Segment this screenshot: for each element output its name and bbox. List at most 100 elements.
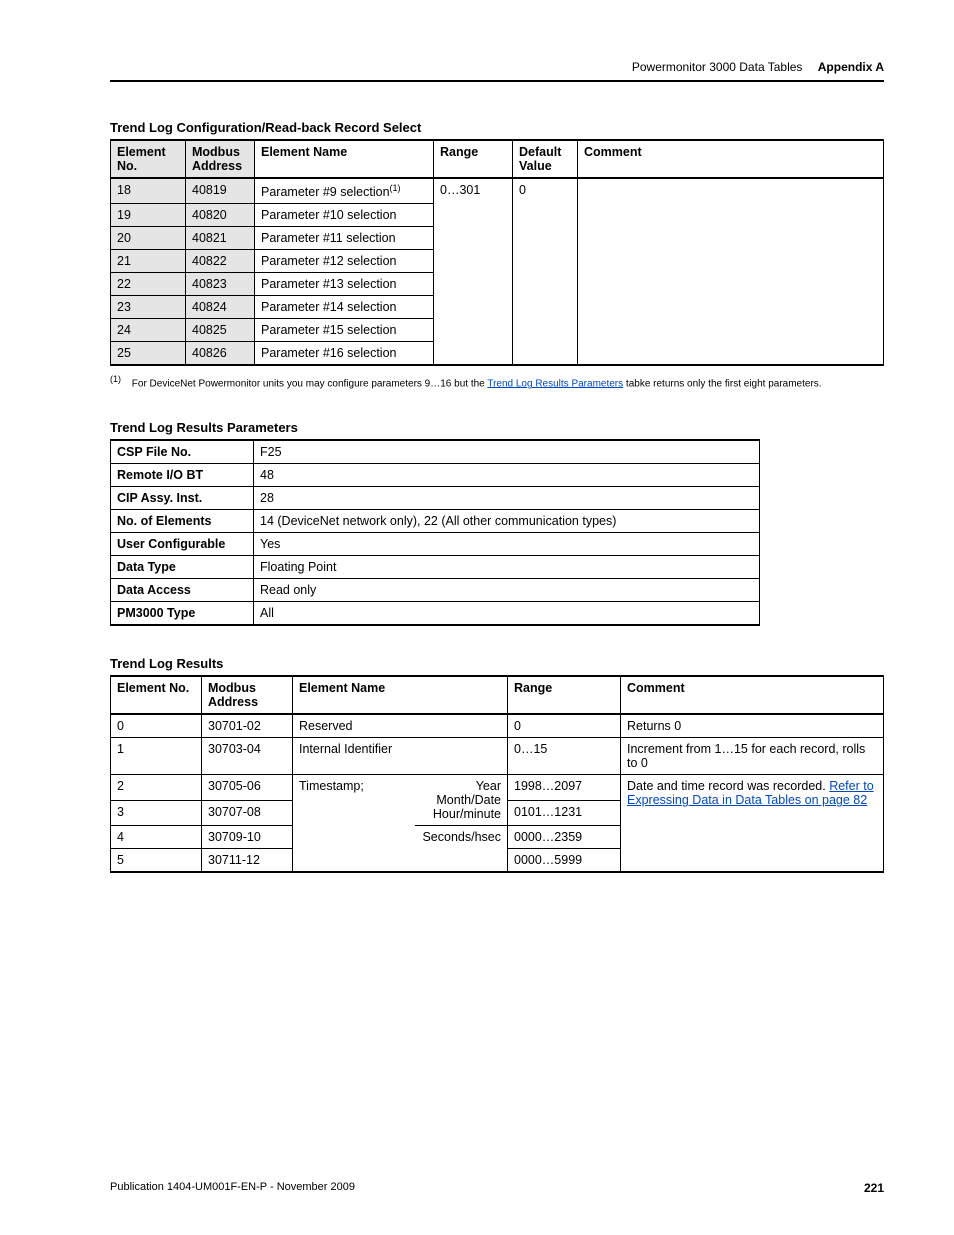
cell-name: Parameter #13 selection xyxy=(255,273,434,296)
cell-modbus: 40820 xyxy=(186,204,255,227)
table1-th-modbus: Modbus Address xyxy=(186,140,255,178)
cell-default: 0 xyxy=(513,178,578,365)
cell-value: All xyxy=(254,602,760,626)
cell-element-no: 25 xyxy=(111,342,186,366)
running-header: Powermonitor 3000 Data Tables Appendix A xyxy=(110,60,884,74)
cell-element-no: 3 xyxy=(111,800,202,826)
footnote-link[interactable]: Trend Log Results Parameters xyxy=(487,378,623,389)
cell-value: 48 xyxy=(254,464,760,487)
table1-th-range: Range xyxy=(434,140,513,178)
table-row: User ConfigurableYes xyxy=(111,533,760,556)
cell-name: Reserved xyxy=(293,714,508,738)
cell-modbus: 40819 xyxy=(186,178,255,204)
cell-element-no: 4 xyxy=(111,826,202,849)
cell-element-no: 2 xyxy=(111,775,202,801)
cell-modbus: 40825 xyxy=(186,319,255,342)
cell-name: Parameter #16 selection xyxy=(255,342,434,366)
table1-footnote: (1) For DeviceNet Powermonitor units you… xyxy=(110,374,884,390)
cell-element-no: 19 xyxy=(111,204,186,227)
cell-key: User Configurable xyxy=(111,533,254,556)
footer: Publication 1404-UM001F-EN-P - November … xyxy=(110,1181,884,1195)
cell-modbus: 40826 xyxy=(186,342,255,366)
cell-key: Data Access xyxy=(111,579,254,602)
cell-value: Floating Point xyxy=(254,556,760,579)
cell-element-no: 20 xyxy=(111,227,186,250)
cell-element-no: 23 xyxy=(111,296,186,319)
cell-range: 0…15 xyxy=(508,738,621,775)
cell-value: 14 (DeviceNet network only), 22 (All oth… xyxy=(254,510,760,533)
cell-key: Data Type xyxy=(111,556,254,579)
cell-comment xyxy=(578,178,884,365)
cell-modbus: 30707-08 xyxy=(202,800,293,826)
table-row: 1840819Parameter #9 selection(1)0…3010 xyxy=(111,178,884,204)
table-row: Remote I/O BT48 xyxy=(111,464,760,487)
cell-key: CSP File No. xyxy=(111,440,254,464)
cell-modbus: 40823 xyxy=(186,273,255,296)
page-number: 221 xyxy=(864,1181,884,1195)
cell-name: Internal Identifier xyxy=(293,738,508,775)
cell-key: No. of Elements xyxy=(111,510,254,533)
cell-range: 0000…2359 xyxy=(508,826,621,849)
table1-th-default: Default Value xyxy=(513,140,578,178)
cell-range: 0101…1231 xyxy=(508,800,621,826)
header-section: Powermonitor 3000 Data Tables xyxy=(632,60,803,74)
table2-title: Trend Log Results Parameters xyxy=(110,420,884,435)
cell-key: PM3000 Type xyxy=(111,602,254,626)
cell-range: 1998…2097 xyxy=(508,775,621,801)
cell-key: CIP Assy. Inst. xyxy=(111,487,254,510)
table1-th-element-no: Element No. xyxy=(111,140,186,178)
cell-modbus: 30703-04 xyxy=(202,738,293,775)
cell-element-no: 5 xyxy=(111,849,202,873)
cell-name: Parameter #14 selection xyxy=(255,296,434,319)
cell-range: 0…301 xyxy=(434,178,513,365)
cell-range: 0000…5999 xyxy=(508,849,621,873)
cell-name: Parameter #15 selection xyxy=(255,319,434,342)
cell-comment: Increment from 1…15 for each record, rol… xyxy=(621,738,884,775)
publication-info: Publication 1404-UM001F-EN-P - November … xyxy=(110,1181,355,1195)
table3: Element No. Modbus Address Element Name … xyxy=(110,675,884,873)
table1-title: Trend Log Configuration/Read-back Record… xyxy=(110,120,884,135)
cell-value: 28 xyxy=(254,487,760,510)
table1-th-name: Element Name xyxy=(255,140,434,178)
table-row: PM3000 TypeAll xyxy=(111,602,760,626)
table-row: No. of Elements14 (DeviceNet network onl… xyxy=(111,510,760,533)
cell-value: Yes xyxy=(254,533,760,556)
footnote-post: tabke returns only the first eight param… xyxy=(623,378,821,389)
cell-element-no: 1 xyxy=(111,738,202,775)
footnote-pre: For DeviceNet Powermonitor units you may… xyxy=(132,378,488,389)
cell-timestamp-sub: Seconds/hsec xyxy=(415,826,508,873)
cell-name: Parameter #11 selection xyxy=(255,227,434,250)
cell-value: Read only xyxy=(254,579,760,602)
table3-th-modbus: Modbus Address xyxy=(202,676,293,714)
cell-key: Remote I/O BT xyxy=(111,464,254,487)
header-appendix: Appendix A xyxy=(818,60,884,74)
cell-modbus: 30709-10 xyxy=(202,826,293,849)
header-rule xyxy=(110,80,884,82)
table-row: Data AccessRead only xyxy=(111,579,760,602)
table1-th-comment: Comment xyxy=(578,140,884,178)
cell-name: Parameter #12 selection xyxy=(255,250,434,273)
cell-range: 0 xyxy=(508,714,621,738)
comment-link[interactable]: Refer to Expressing Data in Data Tables … xyxy=(627,779,874,807)
cell-modbus: 30705-06 xyxy=(202,775,293,801)
cell-modbus: 40822 xyxy=(186,250,255,273)
table1: Element No. Modbus Address Element Name … xyxy=(110,139,884,366)
cell-timestamp-label: Timestamp; xyxy=(293,775,416,873)
cell-value: F25 xyxy=(254,440,760,464)
cell-modbus: 30711-12 xyxy=(202,849,293,873)
cell-element-no: 0 xyxy=(111,714,202,738)
cell-modbus: 30701-02 xyxy=(202,714,293,738)
table-row: 030701-02Reserved0Returns 0 xyxy=(111,714,884,738)
cell-comment: Date and time record was recorded. Refer… xyxy=(621,775,884,873)
cell-modbus: 40821 xyxy=(186,227,255,250)
footnote-marker: (1) xyxy=(110,374,121,384)
table-row: CIP Assy. Inst.28 xyxy=(111,487,760,510)
table-row: Data TypeFloating Point xyxy=(111,556,760,579)
table3-th-name: Element Name xyxy=(293,676,508,714)
cell-element-no: 21 xyxy=(111,250,186,273)
table3-th-range: Range xyxy=(508,676,621,714)
table3-th-comment: Comment xyxy=(621,676,884,714)
table-row: 130703-04Internal Identifier0…15Incremen… xyxy=(111,738,884,775)
cell-name: Parameter #10 selection xyxy=(255,204,434,227)
table3-th-element-no: Element No. xyxy=(111,676,202,714)
